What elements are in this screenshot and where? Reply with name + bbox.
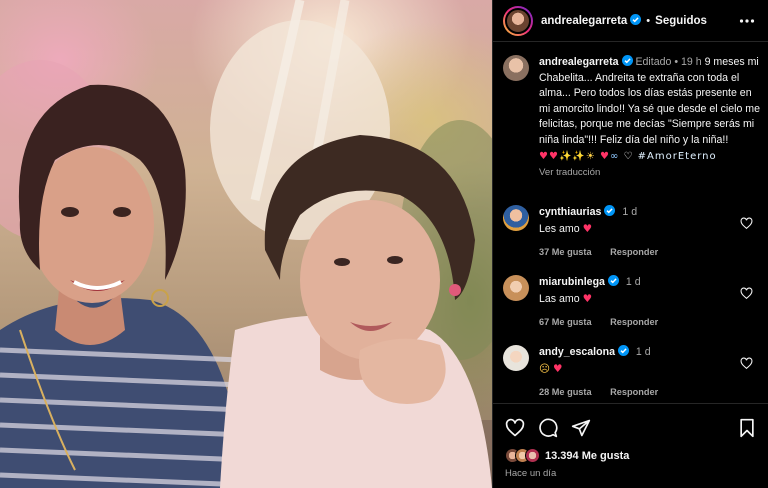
comment-item: miarubinlega 1 d Las amo ♥ 67 Me gusta R…: [503, 275, 763, 330]
post-photo[interactable]: [0, 0, 492, 488]
commenter-username[interactable]: cynthiaurias: [539, 206, 601, 218]
post-side-panel: andrealegarreta • Seguidos andrealegarre…: [492, 0, 768, 488]
comment-actions: 67 Me gusta Responder: [539, 315, 763, 330]
post-caption: andrealegarreta Editado • 19 h 9 meses m…: [503, 55, 763, 181]
comment-icon[interactable]: [538, 418, 558, 438]
heart-emoji: ♥: [553, 363, 563, 375]
comment-actions: 28 Me gusta Responder: [539, 385, 763, 400]
comment-heart-icon[interactable]: [740, 217, 753, 230]
caption-username[interactable]: andrealegarreta: [539, 56, 619, 68]
infinity-emoji: ∞: [609, 150, 620, 162]
sparkles-emoji: ✨: [572, 150, 586, 162]
reply-button[interactable]: Responder: [610, 317, 658, 327]
post-actions-bar: 13.394 Me gusta Hace un día: [493, 403, 768, 488]
heart-emoji: ♥: [548, 150, 559, 162]
caption-text: 9 meses mi Chabelita... Andreita te extr…: [539, 56, 761, 146]
caption-emojis: ♥♥✨✨☀ ♥∞ ♡ #AmorEterno: [539, 149, 763, 165]
liker-avatar: [525, 448, 540, 463]
verified-badge-icon: [617, 345, 629, 356]
comment-heart-icon[interactable]: [740, 287, 753, 300]
heart-emoji: ♥: [600, 150, 610, 162]
comment-text: Las amo ♥: [539, 293, 593, 305]
caption-time[interactable]: 19 h: [681, 56, 702, 68]
comment-time[interactable]: 1 d: [622, 206, 637, 218]
likes-summary[interactable]: 13.394 Me gusta: [505, 448, 629, 463]
commenter-avatar[interactable]: [503, 275, 529, 301]
comment-actions: 37 Me gusta Responder: [539, 245, 763, 260]
heart-emoji: ♥: [582, 223, 593, 235]
author-username[interactable]: andrealegarreta: [541, 14, 642, 27]
verified-badge-icon: [604, 205, 616, 216]
verified-badge-icon: [630, 14, 642, 25]
heart-outline-icon[interactable]: [505, 418, 525, 438]
crying-face-emoji: ☹: [539, 363, 551, 375]
commenter-username[interactable]: miarubinlega: [539, 276, 605, 288]
share-icon[interactable]: [571, 418, 591, 438]
comment-heart-icon[interactable]: [740, 357, 753, 370]
following-button[interactable]: Seguidos: [655, 15, 707, 27]
comment-text: ☹ ♥: [539, 362, 763, 377]
sparkles-emoji: ✨: [558, 150, 573, 162]
reply-button[interactable]: Responder: [610, 247, 658, 257]
commenter-username[interactable]: andy_escalona: [539, 346, 615, 358]
bookmark-icon[interactable]: [737, 418, 757, 438]
post-header: andrealegarreta • Seguidos: [493, 0, 768, 42]
separator-dot: •: [674, 56, 679, 68]
photo-illustration: [0, 0, 492, 488]
heart-emoji: ♥: [539, 150, 549, 162]
edited-label: Editado: [635, 56, 672, 68]
comment-item: cynthiaurias 1 d Les amo ♥ 37 Me gusta R…: [503, 205, 763, 260]
verified-badge-icon: [607, 275, 619, 286]
more-options-icon[interactable]: [739, 13, 755, 29]
comment-likes-count[interactable]: 37 Me gusta: [539, 247, 592, 257]
author-avatar[interactable]: [503, 5, 533, 36]
comment-time[interactable]: 1 d: [626, 276, 641, 288]
comment-time[interactable]: 1 d: [636, 346, 651, 358]
commenter-avatar[interactable]: [503, 345, 529, 371]
see-translation-link[interactable]: Ver traducción: [539, 165, 763, 181]
sun-emoji: ☀: [585, 150, 596, 162]
hashtag-link[interactable]: #AmorEterno: [638, 151, 717, 162]
comment-likes-count[interactable]: 67 Me gusta: [539, 317, 592, 327]
white-heart-emoji: ♡: [623, 150, 634, 162]
heart-emoji: ♥: [582, 293, 593, 305]
likes-count[interactable]: 13.394 Me gusta: [545, 450, 629, 462]
reply-button[interactable]: Responder: [610, 387, 658, 397]
comment-text: Les amo ♥: [539, 223, 593, 235]
commenter-avatar[interactable]: [503, 205, 529, 231]
post-time[interactable]: Hace un día: [505, 468, 556, 479]
comment-item: andy_escalona 1 d ☹ ♥ 28 Me gusta Respon…: [503, 345, 763, 400]
separator-dot: •: [646, 14, 651, 27]
comments-section[interactable]: andrealegarreta Editado • 19 h 9 meses m…: [493, 43, 768, 403]
verified-badge-icon: [621, 55, 633, 66]
caption-author-avatar[interactable]: [503, 55, 529, 81]
comment-likes-count[interactable]: 28 Me gusta: [539, 387, 592, 397]
